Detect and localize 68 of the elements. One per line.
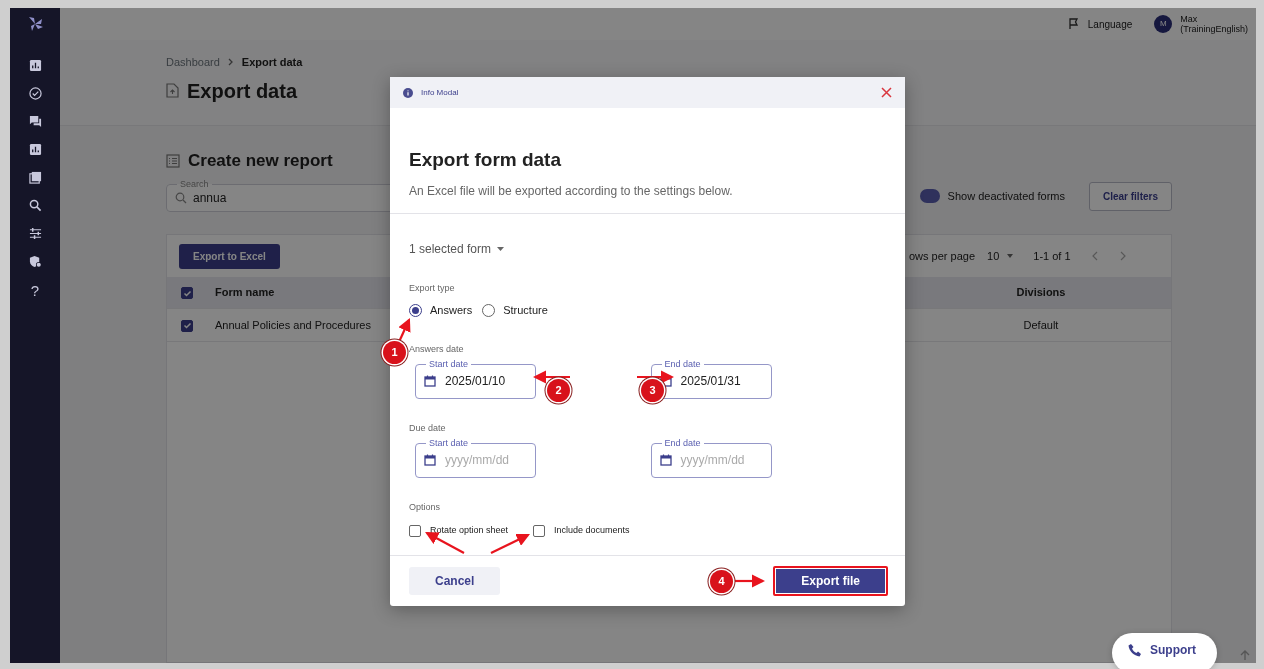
checkbox[interactable] xyxy=(409,524,421,537)
close-icon[interactable] xyxy=(881,87,892,98)
support-button[interactable]: Support xyxy=(1112,633,1217,669)
checkbox[interactable] xyxy=(533,524,545,537)
list-icon xyxy=(166,154,180,168)
column-header: Form name xyxy=(215,286,275,299)
chevron-icon xyxy=(227,58,234,67)
export-button[interactable]: Export to Excel xyxy=(179,243,280,269)
date-field[interactable]: Start date 2025/01/10 xyxy=(415,360,536,399)
rows-per-page-label: ows per page xyxy=(909,248,976,264)
field-label: Export type xyxy=(409,282,456,295)
table-cell: Annual Policies and Procedures xyxy=(215,318,371,331)
table-cell-text: Default xyxy=(1022,317,1060,333)
step-marker: 2 xyxy=(547,379,570,402)
dialog-description: An Excel file will be exported according to the settings below. xyxy=(409,183,734,200)
field-label: Options xyxy=(409,501,442,514)
date-field[interactable]: Start date yyyy/mm/dd xyxy=(415,439,536,478)
chat-icon[interactable] xyxy=(28,115,42,128)
calendar-icon xyxy=(424,375,436,387)
checkbox-label: Rotate option sheet xyxy=(430,524,509,537)
step-marker: 4 xyxy=(710,570,733,593)
field-label: Due date xyxy=(409,422,447,435)
shield-icon[interactable] xyxy=(28,255,42,268)
section-title: Create new report xyxy=(188,150,333,172)
help-link[interactable]: ? xyxy=(30,283,40,299)
clear-filters-button[interactable]: Clear filters xyxy=(1088,181,1172,211)
file-icon xyxy=(166,83,179,98)
search-icon xyxy=(175,192,187,204)
cards-icon[interactable] xyxy=(28,171,42,184)
radio-label: Structure xyxy=(503,302,548,318)
radio-label: Answers xyxy=(430,302,473,318)
check-circle-icon[interactable] xyxy=(28,87,42,100)
checkbox-label: Include documents xyxy=(554,524,630,537)
breadcrumb-current: Export data xyxy=(241,55,303,70)
dialog-header: Info Modal xyxy=(421,86,459,99)
page-title: Export data xyxy=(187,78,298,103)
annotation-arrow xyxy=(734,574,766,588)
sliders-icon[interactable] xyxy=(28,227,42,240)
info-icon xyxy=(403,87,413,98)
chart-icon[interactable] xyxy=(28,59,42,72)
step-marker: 1 xyxy=(383,341,406,364)
cancel-button[interactable]: Cancel xyxy=(409,567,501,595)
calendar-icon xyxy=(424,454,436,466)
annotation-arrow xyxy=(532,370,570,384)
search-icon[interactable] xyxy=(28,199,42,212)
toggle-switch[interactable] xyxy=(919,189,940,203)
date-field[interactable]: End date yyyy/mm/dd xyxy=(650,439,772,478)
checkbox[interactable] xyxy=(181,287,193,300)
dialog-title: Export form data xyxy=(409,148,563,172)
checkbox[interactable] xyxy=(181,319,193,332)
chart-icon[interactable] xyxy=(28,143,42,156)
toggle-label: Show deactivated forms xyxy=(947,188,1065,204)
export-file-button[interactable]: Export file xyxy=(773,566,888,596)
form-selector[interactable]: 1 selected form xyxy=(409,239,505,259)
field-label: Answers date xyxy=(409,343,465,356)
annotation-arrow xyxy=(490,533,530,554)
user-avatar[interactable]: M xyxy=(1154,15,1173,33)
caret-icon xyxy=(1007,254,1014,258)
language-link[interactable]: Language xyxy=(1087,16,1133,32)
rows-per-page-select[interactable]: 10 xyxy=(987,247,1014,265)
phone-icon xyxy=(1128,643,1142,657)
user-name: Max (TrainingEnglish) xyxy=(1180,14,1248,34)
step-marker: 3 xyxy=(641,379,664,402)
caret-icon xyxy=(497,247,505,251)
page-range: 1-1 of 1 xyxy=(1033,248,1071,264)
flag-icon xyxy=(1067,18,1080,30)
calendar-icon xyxy=(659,454,672,466)
column-header: Divisions xyxy=(1015,285,1067,301)
